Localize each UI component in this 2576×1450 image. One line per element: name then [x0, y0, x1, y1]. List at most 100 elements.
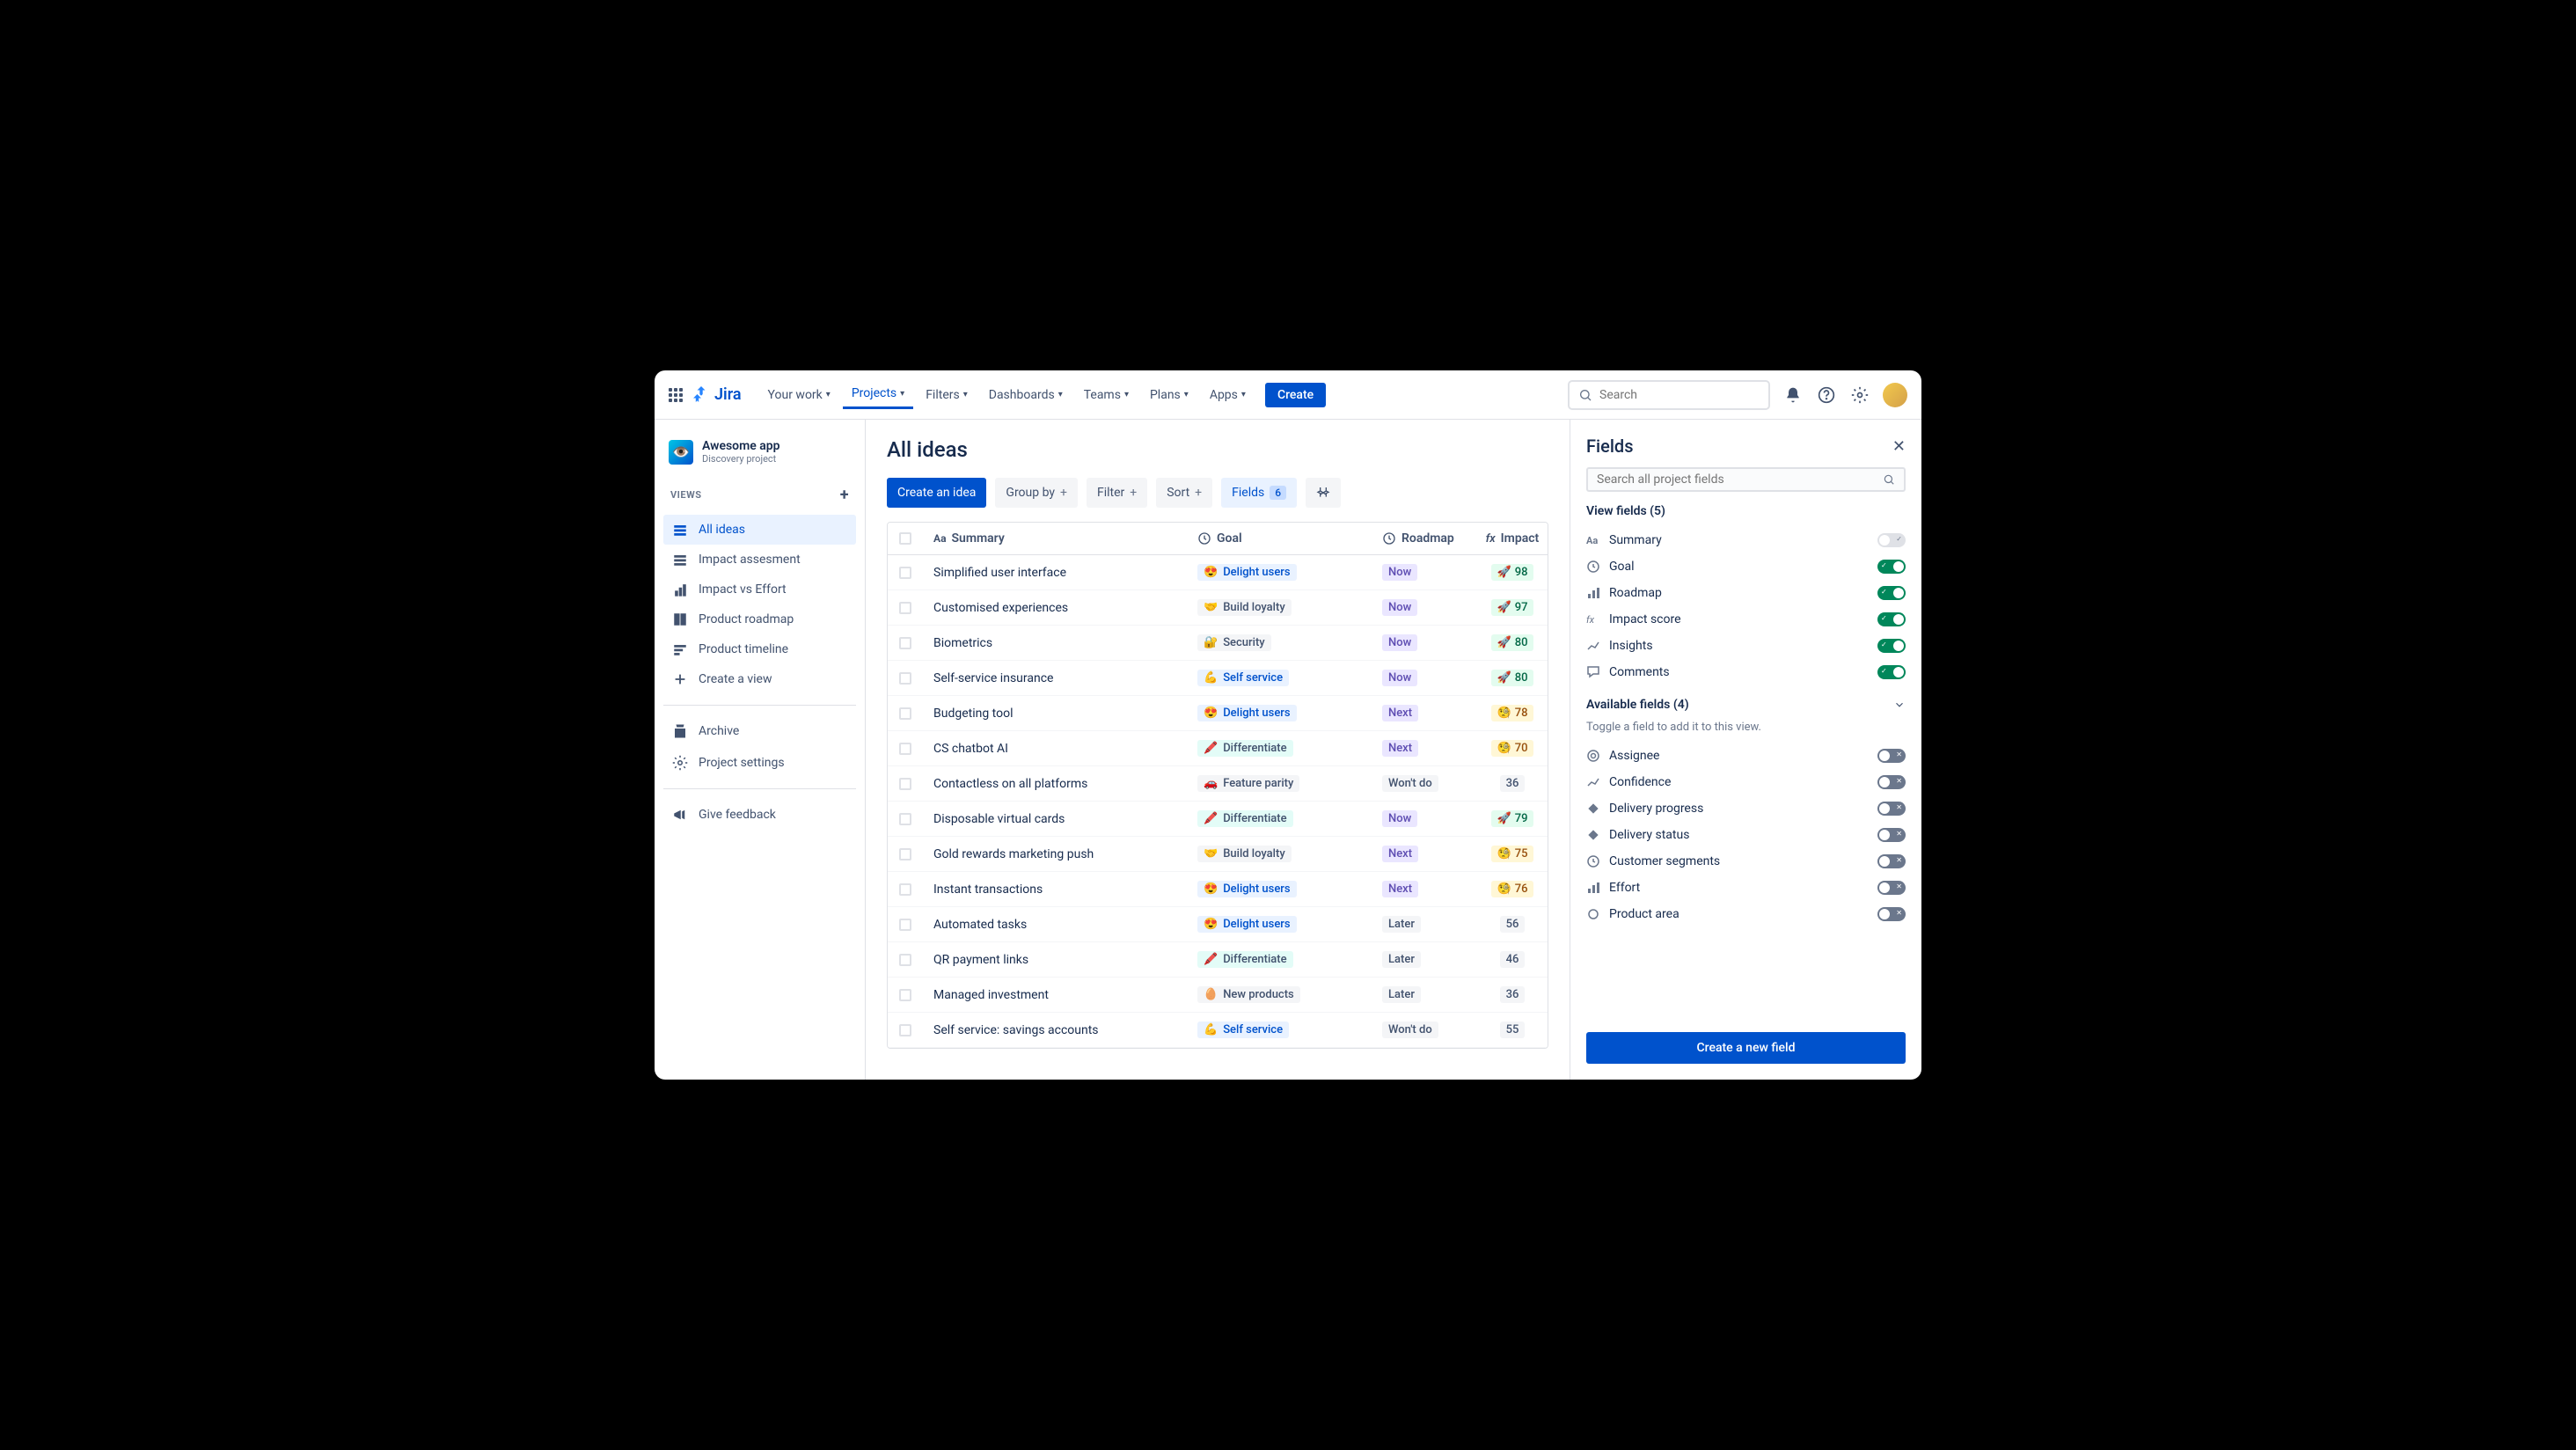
table-row[interactable]: Disposable virtual cards🖍️DifferentiateN…: [888, 802, 1548, 837]
automation-button[interactable]: [1306, 478, 1341, 508]
sidebar-settings[interactable]: Project settings: [663, 748, 856, 778]
table-row[interactable]: Contactless on all platforms🚗Feature par…: [888, 766, 1548, 802]
row-checkbox[interactable]: [899, 778, 911, 790]
goal-tag[interactable]: 💪Self service: [1197, 670, 1289, 686]
table-row[interactable]: Biometrics🔐SecurityNow🚀80: [888, 626, 1548, 661]
roadmap-tag[interactable]: Later: [1382, 951, 1421, 968]
roadmap-tag[interactable]: Next: [1382, 881, 1418, 897]
row-checkbox[interactable]: [899, 989, 911, 1001]
search-input[interactable]: [1599, 388, 1760, 402]
filter-button[interactable]: Filter+: [1087, 478, 1147, 508]
roadmap-tag[interactable]: Now: [1382, 564, 1417, 581]
field-toggle[interactable]: ✕: [1877, 854, 1906, 868]
roadmap-tag[interactable]: Later: [1382, 986, 1421, 1003]
sidebar-feedback[interactable]: Give feedback: [663, 800, 856, 830]
table-row[interactable]: CS chatbot AI🖍️DifferentiateNext🧐70: [888, 731, 1548, 766]
nav-filters[interactable]: Filters▾: [917, 381, 977, 409]
create-field-button[interactable]: Create a new field: [1586, 1032, 1906, 1064]
field-toggle[interactable]: ✓: [1877, 586, 1906, 600]
goal-tag[interactable]: 😍Delight users: [1197, 564, 1297, 581]
table-row[interactable]: Budgeting tool😍Delight usersNext🧐78: [888, 696, 1548, 731]
field-toggle[interactable]: ✓: [1877, 560, 1906, 574]
sort-button[interactable]: Sort+: [1156, 478, 1212, 508]
roadmap-tag[interactable]: Won't do: [1382, 1022, 1438, 1038]
field-toggle[interactable]: ✕: [1877, 828, 1906, 842]
field-toggle[interactable]: ✓: [1877, 639, 1906, 653]
roadmap-tag[interactable]: Now: [1382, 670, 1417, 686]
field-toggle[interactable]: ✕: [1877, 881, 1906, 895]
nav-teams[interactable]: Teams▾: [1075, 381, 1138, 409]
create-idea-button[interactable]: Create an idea: [887, 478, 986, 508]
nav-plans[interactable]: Plans▾: [1141, 381, 1197, 409]
field-toggle[interactable]: ✕: [1877, 802, 1906, 816]
table-row[interactable]: Managed investment🥚New productsLater36: [888, 978, 1548, 1013]
row-checkbox[interactable]: [899, 848, 911, 860]
nav-your-work[interactable]: Your work▾: [759, 381, 839, 409]
roadmap-tag[interactable]: Now: [1382, 810, 1417, 827]
goal-tag[interactable]: 🖍️Differentiate: [1197, 810, 1293, 827]
field-toggle[interactable]: ✓: [1877, 612, 1906, 626]
col-impact[interactable]: fxImpact: [1477, 523, 1548, 554]
sidebar-archive[interactable]: Archive: [663, 716, 856, 746]
field-toggle[interactable]: ✕: [1877, 775, 1906, 789]
sidebar-view-impact-vs-effort[interactable]: Impact vs Effort: [663, 575, 856, 604]
goal-tag[interactable]: 💪Self service: [1197, 1022, 1289, 1038]
goal-tag[interactable]: 😍Delight users: [1197, 916, 1297, 933]
goal-tag[interactable]: 😍Delight users: [1197, 705, 1297, 721]
roadmap-tag[interactable]: Next: [1382, 846, 1418, 862]
group-by-button[interactable]: Group by+: [995, 478, 1078, 508]
row-checkbox[interactable]: [899, 743, 911, 755]
roadmap-tag[interactable]: Now: [1382, 634, 1417, 651]
add-view-icon[interactable]: +: [840, 486, 849, 504]
sidebar-view-product-roadmap[interactable]: Product roadmap: [663, 604, 856, 634]
row-checkbox[interactable]: [899, 813, 911, 825]
fields-search[interactable]: [1586, 467, 1906, 492]
roadmap-tag[interactable]: Later: [1382, 916, 1421, 933]
roadmap-tag[interactable]: Now: [1382, 599, 1417, 616]
table-row[interactable]: Self-service insurance💪Self serviceNow🚀8…: [888, 661, 1548, 696]
row-checkbox[interactable]: [899, 602, 911, 614]
select-all-checkbox[interactable]: [899, 532, 911, 545]
goal-tag[interactable]: 🖍️Differentiate: [1197, 740, 1293, 757]
fields-button[interactable]: Fields6: [1221, 478, 1297, 508]
row-checkbox[interactable]: [899, 954, 911, 966]
goal-tag[interactable]: 🚗Feature parity: [1197, 775, 1299, 792]
goal-tag[interactable]: 😍Delight users: [1197, 881, 1297, 897]
table-row[interactable]: Automated tasks😍Delight usersLater56: [888, 907, 1548, 942]
field-toggle[interactable]: ✓: [1877, 665, 1906, 679]
row-checkbox[interactable]: [899, 567, 911, 579]
goal-tag[interactable]: 🤝Build loyalty: [1197, 599, 1292, 616]
goal-tag[interactable]: 🔐Security: [1197, 634, 1271, 651]
settings-icon[interactable]: [1849, 384, 1870, 406]
sidebar-view-product-timeline[interactable]: Product timeline: [663, 634, 856, 664]
global-search[interactable]: [1568, 380, 1770, 410]
sidebar-view-all-ideas[interactable]: All ideas: [663, 515, 856, 545]
table-row[interactable]: Gold rewards marketing push🤝Build loyalt…: [888, 837, 1548, 872]
row-checkbox[interactable]: [899, 707, 911, 720]
row-checkbox[interactable]: [899, 883, 911, 896]
sidebar-view-create-a-view[interactable]: Create a view: [663, 664, 856, 694]
jira-logo[interactable]: Jira: [693, 385, 742, 404]
col-goal[interactable]: Goal: [1187, 523, 1372, 554]
fields-search-input[interactable]: [1597, 472, 1883, 487]
row-checkbox[interactable]: [899, 1024, 911, 1036]
nav-projects[interactable]: Projects▾: [843, 381, 913, 409]
field-toggle[interactable]: ✕: [1877, 907, 1906, 921]
row-checkbox[interactable]: [899, 919, 911, 931]
table-row[interactable]: Customised experiences🤝Build loyaltyNow🚀…: [888, 590, 1548, 626]
help-icon[interactable]: [1816, 384, 1837, 406]
goal-tag[interactable]: 🖍️Differentiate: [1197, 951, 1293, 968]
table-row[interactable]: QR payment links🖍️DifferentiateLater46: [888, 942, 1548, 978]
app-switcher-icon[interactable]: [669, 388, 683, 402]
table-row[interactable]: Self service: savings accounts💪Self serv…: [888, 1013, 1548, 1048]
nav-dashboards[interactable]: Dashboards▾: [980, 381, 1072, 409]
roadmap-tag[interactable]: Won't do: [1382, 775, 1438, 792]
roadmap-tag[interactable]: Next: [1382, 740, 1418, 757]
row-checkbox[interactable]: [899, 637, 911, 649]
row-checkbox[interactable]: [899, 672, 911, 685]
close-icon[interactable]: ✕: [1892, 437, 1906, 456]
notifications-icon[interactable]: [1782, 384, 1804, 406]
sidebar-view-impact-assesment[interactable]: Impact assesment: [663, 545, 856, 575]
available-fields-header[interactable]: Available fields (4): [1586, 698, 1906, 712]
col-roadmap[interactable]: Roadmap: [1372, 523, 1477, 554]
